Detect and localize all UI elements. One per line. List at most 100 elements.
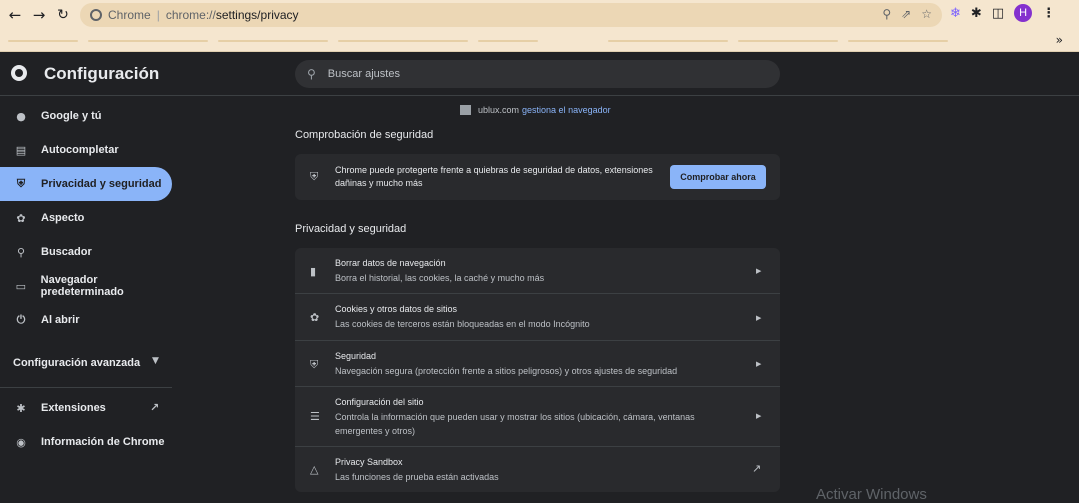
bookmark-blur: [608, 40, 728, 42]
arrow-left-icon[interactable]: ←: [4, 4, 26, 26]
sidebar-item-privacy[interactable]: ⛨ Privacidad y seguridad: [0, 167, 172, 201]
safety-check-card: ⛨ Chrome puede protegerte frente a quieb…: [295, 154, 780, 200]
search-icon: ⚲: [307, 67, 316, 81]
address-bar[interactable]: Chrome | chrome:// settings/privacy ⚲ ⇗ …: [80, 3, 942, 27]
bookmark-blur: [338, 40, 468, 42]
reload-icon[interactable]: ↻: [52, 4, 74, 26]
omnibox-site-label: Chrome: [108, 8, 151, 22]
row-desc: Las cookies de terceros están bloqueadas…: [335, 319, 590, 329]
bookmarks-bar: »: [0, 30, 1079, 52]
bookmark-blur: [848, 40, 948, 42]
star-icon[interactable]: ☆: [921, 7, 932, 21]
privacy-card: ▮ Borrar datos de navegación Borra el hi…: [295, 248, 780, 492]
omnibox-path: settings/privacy: [215, 8, 299, 22]
sidebar-item-default-browser[interactable]: ▭ Navegador predeterminado: [0, 269, 180, 303]
sidebar-item-on-startup[interactable]: ⏻ Al abrir: [0, 303, 180, 337]
row-cookies[interactable]: ✿ Cookies y otros datos de sitios Las co…: [295, 294, 780, 340]
row-desc: Borra el historial, las cookies, la cach…: [335, 273, 545, 283]
sidebar-item-label: Autocompletar: [41, 144, 119, 156]
sidebar-item-label: Navegador predeterminado: [40, 274, 124, 298]
side-panel-icon[interactable]: ◫: [992, 6, 1004, 21]
chevron-right-icon: ▶: [756, 412, 762, 420]
shield-icon: ⛨: [16, 177, 26, 190]
bookmark-blur: [8, 40, 78, 42]
sidebar-divider: [0, 387, 172, 388]
puzzle-icon: ✱: [16, 401, 26, 415]
bookmark-blur: [478, 40, 538, 42]
sidebar-item-autofill[interactable]: ▤ Autocompletar: [0, 133, 180, 167]
row-title: Configuración del sitio: [335, 397, 424, 407]
sidebar-item-label: Google y tú: [41, 110, 102, 122]
safety-check-text: Chrome puede protegerte frente a quiebra…: [335, 165, 653, 188]
extension-snowflake-icon[interactable]: ❄: [950, 6, 961, 21]
open-external-icon: ↗: [752, 462, 762, 475]
sidebar-item-label: Privacidad y seguridad: [41, 178, 162, 190]
managed-domain: ublux.com: [478, 105, 520, 115]
search-icon: ⚲: [16, 245, 26, 259]
browser-toolbar: ← → ↻ Chrome | chrome:// settings/privac…: [0, 0, 1079, 30]
sidebar-item-label: Extensiones: [41, 402, 106, 414]
row-desc: Controla la información que pueden usar …: [335, 412, 695, 436]
cookie-icon: ✿: [310, 311, 320, 324]
check-now-button[interactable]: Comprobar ahora: [670, 165, 766, 189]
sidebar-item-extensions[interactable]: ✱ Extensiones ↗: [0, 391, 180, 425]
sidebar: ● Google y tú ▤ Autocompletar ⛨ Privacid…: [0, 97, 180, 497]
row-desc: Navegación segura (protección frente a s…: [335, 366, 678, 376]
chevron-down-icon: ▼: [152, 356, 159, 366]
sidebar-item-label: Información de Chrome: [41, 436, 165, 448]
sidebar-item-search-engine[interactable]: ⚲ Buscador: [0, 235, 180, 269]
safety-check-title: Comprobación de seguridad: [295, 129, 434, 141]
kebab-menu-icon[interactable]: ⋮: [1042, 6, 1055, 21]
managed-link[interactable]: gestiona el navegador: [522, 105, 611, 115]
sidebar-advanced[interactable]: Configuración avanzada ▼: [0, 343, 180, 383]
sidebar-item-label: Al abrir: [41, 314, 80, 326]
chevron-right-double-icon[interactable]: »: [1056, 33, 1063, 47]
shield-icon: ⛨: [310, 358, 319, 371]
row-title: Cookies y otros datos de sitios: [335, 304, 458, 314]
settings-header: Configuración ⚲: [0, 52, 1079, 96]
trash-icon: ▮: [310, 265, 317, 278]
profile-avatar[interactable]: H: [1014, 4, 1033, 22]
palette-icon: ✿: [16, 211, 26, 225]
row-title: Borrar datos de navegación: [335, 258, 446, 268]
row-security[interactable]: ⛨ Seguridad Navegación segura (protecció…: [295, 341, 780, 386]
sidebar-item-about[interactable]: ◉ Información de Chrome: [0, 425, 180, 459]
flask-icon: △: [310, 463, 319, 476]
chrome-icon: [90, 9, 102, 21]
row-desc: Las funciones de prueba están activadas: [335, 472, 499, 482]
row-site-settings[interactable]: ☰ Configuración del sitio Controla la in…: [295, 387, 780, 446]
extensions-puzzle-icon[interactable]: ✱: [971, 6, 982, 21]
sidebar-item-label: Buscador: [41, 246, 92, 258]
chevron-right-icon: ▶: [756, 360, 762, 368]
zoom-icon[interactable]: ⚲: [882, 7, 891, 21]
building-icon: [460, 105, 471, 115]
sliders-icon: ☰: [310, 410, 320, 423]
managed-notice: ublux.com gestiona el navegador: [460, 105, 611, 115]
bookmark-blur: [738, 40, 838, 42]
page-title: Configuración: [44, 64, 160, 83]
sidebar-item-appearance[interactable]: ✿ Aspecto: [0, 201, 180, 235]
search-input[interactable]: [327, 68, 748, 80]
row-clear-browsing-data[interactable]: ▮ Borrar datos de navegación Borra el hi…: [295, 248, 780, 293]
windows-activation-watermark: Activar Windows: [816, 486, 927, 503]
share-icon[interactable]: ⇗: [901, 7, 911, 21]
row-title: Privacy Sandbox: [335, 457, 403, 467]
row-title: Seguridad: [335, 351, 377, 361]
sidebar-advanced-label: Configuración avanzada: [13, 357, 141, 369]
browser-icon: ▭: [15, 279, 27, 293]
person-icon: ●: [16, 109, 26, 123]
power-icon: ⏻: [16, 313, 26, 326]
shield-check-icon: ⛨: [310, 170, 319, 183]
row-privacy-sandbox[interactable]: △ Privacy Sandbox Las funciones de prueb…: [295, 447, 780, 492]
open-external-icon: ↗: [150, 401, 160, 414]
privacy-section-title: Privacidad y seguridad: [295, 223, 407, 235]
sidebar-item-label: Aspecto: [41, 212, 85, 224]
bookmark-blur: [88, 40, 208, 42]
clipboard-icon: ▤: [15, 143, 27, 157]
sidebar-item-google[interactable]: ● Google y tú: [0, 99, 180, 133]
settings-search[interactable]: ⚲: [295, 60, 780, 88]
omnibox-scheme: chrome://: [165, 8, 216, 22]
chrome-logo-icon: [11, 65, 27, 81]
omnibox-separator: |: [156, 8, 160, 22]
arrow-right-icon[interactable]: →: [28, 4, 50, 26]
